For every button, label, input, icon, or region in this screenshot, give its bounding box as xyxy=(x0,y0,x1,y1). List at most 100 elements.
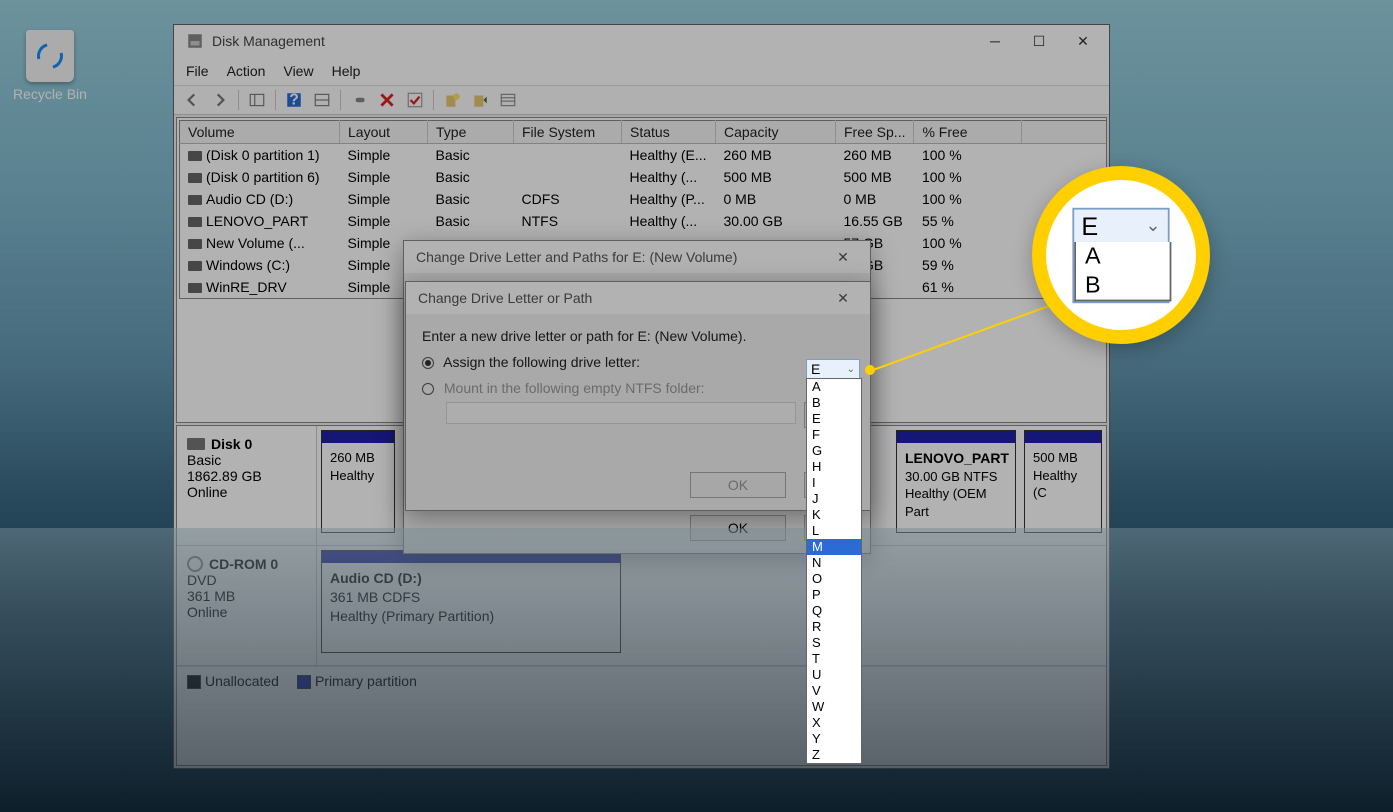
table-row[interactable]: Audio CD (D:)SimpleBasicCDFSHealthy (P..… xyxy=(180,188,1108,210)
cdrom-row[interactable]: CD-ROM 0 DVD 361 MB Online Audio CD (D:)… xyxy=(177,546,1106,666)
option-mount-label: Mount in the following empty NTFS folder… xyxy=(444,380,705,396)
col-type[interactable]: Type xyxy=(428,121,514,144)
settings-view-icon[interactable] xyxy=(310,88,334,112)
drive-letter-option[interactable]: M xyxy=(807,539,861,555)
drive-letter-dropdown[interactable]: ABEFGHIJKLMNOPQRSTUVWXYZ xyxy=(806,378,862,764)
option-assign-label: Assign the following drive letter: xyxy=(443,354,640,370)
radio-assign[interactable] xyxy=(422,357,434,369)
table-row[interactable]: (Disk 0 partition 6)SimpleBasicHealthy (… xyxy=(180,166,1108,188)
drive-letter-option[interactable]: W xyxy=(807,699,861,715)
drive-letter-option[interactable]: U xyxy=(807,667,861,683)
cdrom-part-title: Audio CD (D:) xyxy=(330,570,422,586)
drive-letter-option[interactable]: V xyxy=(807,683,861,699)
drive-letter-option[interactable]: J xyxy=(807,491,861,507)
partition-box[interactable]: LENOVO_PART30.00 GB NTFSHealthy (OEM Par… xyxy=(896,430,1016,533)
callout-combo: E ⌄ AB xyxy=(1072,207,1169,302)
new-icon[interactable] xyxy=(440,88,464,112)
dialog-change-letter-inner: Change Drive Letter or Path ✕ Enter a ne… xyxy=(405,281,871,511)
drive-letter-option[interactable]: R xyxy=(807,619,861,635)
legend-primary: Primary partition xyxy=(315,673,417,689)
drive-letter-option[interactable]: N xyxy=(807,555,861,571)
menu-file[interactable]: File xyxy=(186,63,209,79)
radio-mount xyxy=(422,383,434,395)
cdrom-info: CD-ROM 0 DVD 361 MB Online xyxy=(177,546,317,665)
recycle-bin-desktop-icon[interactable]: Recycle Bin xyxy=(8,30,92,102)
cdrom-size: 361 MB xyxy=(187,588,306,604)
drive-letter-option[interactable]: A xyxy=(807,379,861,395)
drive-letter-option[interactable]: H xyxy=(807,459,861,475)
dialog-inner-title: Change Drive Letter or Path xyxy=(418,290,592,306)
dialog-inner-ok-button[interactable]: OK xyxy=(690,472,786,498)
cdrom-partition[interactable]: Audio CD (D:) 361 MB CDFS Healthy (Prima… xyxy=(321,550,621,653)
chevron-down-icon: ⌄ xyxy=(1145,215,1160,235)
dialog-inner-close-icon[interactable]: ✕ xyxy=(828,284,858,312)
dialog-outer-ok-button[interactable]: OK xyxy=(690,515,786,541)
option-mount-row: Mount in the following empty NTFS folder… xyxy=(422,380,854,396)
drive-letter-option[interactable]: K xyxy=(807,507,861,523)
drive-letter-selected: E xyxy=(811,361,820,377)
drive-letter-option[interactable]: S xyxy=(807,635,861,651)
drive-letter-combo[interactable]: E ⌄ ABEFGHIJKLMNOPQRSTUVWXYZ xyxy=(806,359,860,379)
show-hide-console-tree-icon[interactable] xyxy=(245,88,269,112)
cdrom-type: DVD xyxy=(187,572,306,588)
desktop-background: Recycle Bin Disk Management ─ ☐ ✕ File A… xyxy=(0,0,1393,812)
col-free[interactable]: Free Sp... xyxy=(836,121,914,144)
action-plug-icon[interactable] xyxy=(347,88,371,112)
option-assign-row[interactable]: Assign the following drive letter: xyxy=(422,354,854,370)
col-filesystem[interactable]: File System xyxy=(514,121,622,144)
menu-action[interactable]: Action xyxy=(227,63,266,79)
drive-letter-option[interactable]: L xyxy=(807,523,861,539)
close-button[interactable]: ✕ xyxy=(1061,26,1105,56)
col-layout[interactable]: Layout xyxy=(340,121,428,144)
dialog-inner-titlebar[interactable]: Change Drive Letter or Path ✕ xyxy=(406,282,870,314)
table-row[interactable]: LENOVO_PARTSimpleBasicNTFSHealthy (...30… xyxy=(180,210,1108,232)
partition-box[interactable]: 260 MBHealthy xyxy=(321,430,395,533)
back-icon[interactable] xyxy=(180,88,204,112)
disk0-name: Disk 0 xyxy=(211,436,252,452)
mount-path-input xyxy=(446,402,796,424)
cdrom-part-l2: Healthy (Primary Partition) xyxy=(330,608,494,624)
drive-letter-option[interactable]: G xyxy=(807,443,861,459)
drive-letter-option[interactable]: Z xyxy=(807,747,861,763)
partition-box[interactable]: 500 MBHealthy (C xyxy=(1024,430,1102,533)
titlebar[interactable]: Disk Management ─ ☐ ✕ xyxy=(174,25,1109,57)
app-icon xyxy=(186,32,204,50)
col-capacity[interactable]: Capacity xyxy=(716,121,836,144)
dialog-outer-titlebar[interactable]: Change Drive Letter and Paths for E: (Ne… xyxy=(404,241,870,273)
drive-letter-option[interactable]: Q xyxy=(807,603,861,619)
list-icon[interactable] xyxy=(496,88,520,112)
col-pctfree[interactable]: % Free xyxy=(914,121,1022,144)
cdrom-partitions: Audio CD (D:) 361 MB CDFS Healthy (Prima… xyxy=(317,546,1106,665)
callout-circle: E ⌄ AB xyxy=(1032,166,1210,344)
drive-letter-option[interactable]: I xyxy=(807,475,861,491)
drive-letter-option[interactable]: O xyxy=(807,571,861,587)
cdrom-part-l1: 361 MB CDFS xyxy=(330,589,420,605)
maximize-button[interactable]: ☐ xyxy=(1017,26,1061,56)
drive-letter-option[interactable]: X xyxy=(807,715,861,731)
delete-icon[interactable] xyxy=(375,88,399,112)
cdrom-name: CD-ROM 0 xyxy=(209,556,278,572)
drive-letter-option[interactable]: P xyxy=(807,587,861,603)
drive-letter-option: A xyxy=(1076,242,1170,271)
menu-view[interactable]: View xyxy=(283,63,313,79)
extend-icon[interactable] xyxy=(468,88,492,112)
drive-letter-option[interactable]: B xyxy=(807,395,861,411)
trash-icon xyxy=(26,30,74,82)
drive-letter-option[interactable]: Y xyxy=(807,731,861,747)
col-volume[interactable]: Volume xyxy=(180,121,340,144)
col-status[interactable]: Status xyxy=(622,121,716,144)
disk0-state: Online xyxy=(187,484,306,500)
disk0-info: Disk 0 Basic 1862.89 GB Online xyxy=(177,426,317,545)
table-row[interactable]: (Disk 0 partition 1)SimpleBasicHealthy (… xyxy=(180,144,1108,167)
drive-letter-option[interactable]: E xyxy=(807,411,861,427)
dialog-outer-close-icon[interactable]: ✕ xyxy=(828,243,858,271)
help-icon[interactable]: ? xyxy=(282,88,306,112)
forward-icon[interactable] xyxy=(208,88,232,112)
minimize-button[interactable]: ─ xyxy=(973,26,1017,56)
drive-letter-option[interactable]: F xyxy=(807,427,861,443)
drive-letter-option[interactable]: T xyxy=(807,651,861,667)
recycle-bin-label: Recycle Bin xyxy=(8,86,92,102)
disk0-type: Basic xyxy=(187,452,306,468)
properties-check-icon[interactable] xyxy=(403,88,427,112)
menu-help[interactable]: Help xyxy=(332,63,361,79)
